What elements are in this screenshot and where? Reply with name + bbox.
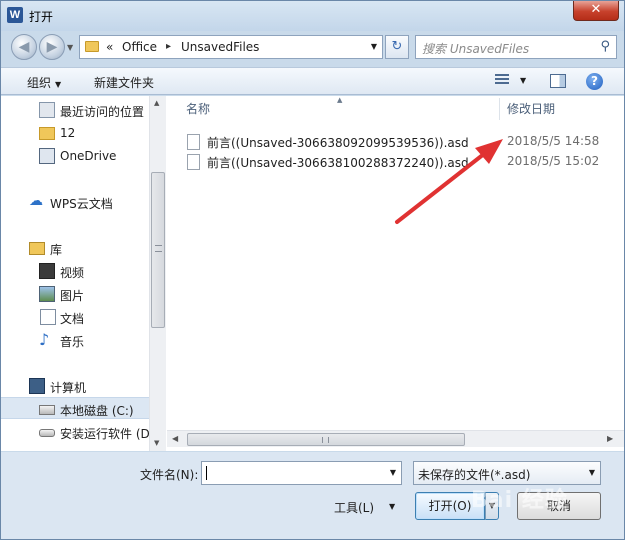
search-icon[interactable]: ⚲ bbox=[600, 39, 610, 54]
scroll-up-icon[interactable]: ▲ bbox=[154, 99, 159, 107]
title-bar: W 打开 ✕ bbox=[1, 1, 624, 31]
window-title: 打开 bbox=[29, 10, 54, 24]
computer-icon bbox=[29, 378, 45, 394]
drive-icon bbox=[39, 429, 55, 437]
video-icon bbox=[39, 263, 55, 279]
sidebar-scroll-thumb[interactable] bbox=[151, 172, 165, 328]
onedrive-icon bbox=[39, 148, 55, 164]
sidebar-item-label: 12 bbox=[60, 126, 76, 140]
sidebar-item-drive-d[interactable]: 安装运行软件 (D bbox=[1, 421, 149, 443]
chevron-down-icon: ▼ bbox=[55, 80, 62, 89]
new-folder-button[interactable]: 新建文件夹 bbox=[94, 74, 154, 91]
breadcrumb-office[interactable]: Office bbox=[122, 40, 157, 54]
sidebar-item-label: 图片 bbox=[60, 289, 85, 303]
preview-pane-icon[interactable] bbox=[550, 74, 566, 88]
back-arrow-icon: ◀ bbox=[18, 39, 30, 55]
annotation-arrow-shaft bbox=[395, 148, 491, 224]
refresh-button[interactable]: ↻ bbox=[385, 35, 409, 59]
file-type-select[interactable]: 未保存的文件(*.asd) ▼ bbox=[413, 461, 601, 485]
navigation-pane: 最近访问的位置 12 OneDrive ☁ WPS云文档 库 视频 图片 文档 … bbox=[1, 96, 149, 451]
sidebar-item-label: 视频 bbox=[60, 266, 85, 280]
breadcrumb-overflow[interactable]: « bbox=[106, 40, 113, 54]
grip-icon bbox=[155, 245, 162, 252]
grip-icon bbox=[322, 437, 329, 443]
sidebar-item-label: WPS云文档 bbox=[50, 197, 113, 211]
organize-button[interactable]: 组织 ▼ bbox=[27, 74, 61, 91]
sidebar-item-onedrive[interactable]: OneDrive bbox=[1, 145, 149, 167]
sidebar-item-music[interactable]: ♪ 音乐 bbox=[1, 329, 149, 351]
recent-pages-dropdown[interactable]: ▼ bbox=[67, 43, 73, 52]
address-dropdown-icon[interactable]: ▼ bbox=[371, 42, 377, 51]
filename-label: 文件名(N): bbox=[140, 468, 199, 482]
file-type-value: 未保存的文件(*.asd) bbox=[418, 468, 531, 482]
sidebar-item-label: 库 bbox=[50, 243, 63, 257]
sidebar-item-label: 本地磁盘 (C:) bbox=[60, 404, 134, 418]
refresh-icon: ↻ bbox=[391, 39, 403, 54]
folder-icon bbox=[39, 127, 55, 140]
breadcrumb-unsavedfiles[interactable]: UnsavedFiles bbox=[181, 40, 259, 54]
sidebar-item-recent-places[interactable]: 最近访问的位置 bbox=[1, 99, 149, 121]
sidebar-item-label: 音乐 bbox=[60, 335, 85, 349]
sidebar-item-computer[interactable]: 计算机 bbox=[1, 375, 149, 397]
sidebar-scrollbar[interactable]: ▲ ▼ bbox=[149, 96, 166, 451]
sidebar-item-label: OneDrive bbox=[60, 149, 117, 163]
annotation-arrow-head bbox=[475, 139, 503, 164]
sidebar-item-libraries[interactable]: 库 bbox=[1, 237, 149, 259]
filename-input[interactable]: ▼ bbox=[201, 461, 402, 485]
library-icon bbox=[29, 242, 45, 255]
tools-dropdown-icon[interactable]: ▼ bbox=[389, 502, 395, 511]
drive-icon bbox=[39, 405, 55, 415]
document-icon bbox=[40, 309, 56, 325]
sidebar-item-12[interactable]: 12 bbox=[1, 122, 149, 144]
horizontal-scroll-thumb[interactable] bbox=[187, 433, 465, 446]
sidebar-item-local-disk-c[interactable]: 本地磁盘 (C:) bbox=[1, 397, 149, 419]
tools-button[interactable]: 工具(L) bbox=[334, 499, 374, 516]
filename-dropdown-icon[interactable]: ▼ bbox=[390, 468, 396, 477]
file-list-pane: ▲ 名称 修改日期 前言((Unsaved-306638092099539536… bbox=[167, 96, 624, 451]
sidebar-item-pictures[interactable]: 图片 bbox=[1, 283, 149, 305]
annotation-arrow bbox=[395, 139, 503, 224]
command-toolbar: 组织 ▼ 新建文件夹 ▼ ? bbox=[1, 67, 624, 95]
text-caret bbox=[206, 466, 207, 480]
scroll-down-icon[interactable]: ▼ bbox=[154, 439, 159, 447]
dialog-footer: 文件名(N): ▼ 未保存的文件(*.asd) ▼ 工具(L) ▼ 打开(O) … bbox=[1, 452, 624, 539]
cloud-icon: ☁ bbox=[29, 193, 43, 209]
scroll-left-icon[interactable]: ◀ bbox=[172, 434, 178, 443]
picture-icon bbox=[39, 286, 55, 302]
folder-icon bbox=[85, 41, 99, 52]
view-options-icon[interactable] bbox=[495, 74, 509, 88]
close-button[interactable]: ✕ bbox=[573, 1, 619, 21]
forward-arrow-icon: ▶ bbox=[46, 39, 58, 55]
search-placeholder: 搜索 UnsavedFiles bbox=[422, 42, 530, 56]
sidebar-item-label: 计算机 bbox=[50, 381, 87, 395]
open-options-dropdown[interactable]: ▼ bbox=[485, 492, 499, 520]
sidebar-item-label: 最近访问的位置 bbox=[60, 105, 145, 119]
breadcrumb-separator-icon[interactable]: ▸ bbox=[166, 41, 171, 52]
music-icon: ♪ bbox=[39, 330, 50, 349]
search-input[interactable]: 搜索 UnsavedFiles ⚲ bbox=[415, 35, 617, 59]
word-app-icon: W bbox=[7, 7, 23, 23]
chevron-down-icon: ▼ bbox=[588, 468, 595, 477]
scroll-right-icon[interactable]: ▶ bbox=[607, 434, 613, 443]
sidebar-item-label: 安装运行软件 (D bbox=[60, 427, 149, 441]
address-bar[interactable]: « Office ▸ UnsavedFiles ▼ bbox=[79, 35, 383, 59]
open-button[interactable]: 打开(O) bbox=[415, 492, 485, 520]
organize-label: 组织 bbox=[27, 76, 52, 90]
cancel-button[interactable]: 取消 bbox=[517, 492, 601, 520]
sidebar-item-label: 文档 bbox=[60, 312, 85, 326]
content-area: 最近访问的位置 12 OneDrive ☁ WPS云文档 库 视频 图片 文档 … bbox=[1, 96, 624, 451]
sidebar-item-wps-cloud[interactable]: ☁ WPS云文档 bbox=[1, 191, 149, 213]
navigation-bar: ◀ ▶ ▼ « Office ▸ UnsavedFiles ▼ ↻ 搜索 Uns… bbox=[1, 31, 624, 63]
open-file-dialog: W 打开 ✕ ◀ ▶ ▼ « Office ▸ UnsavedFiles ▼ ↻… bbox=[0, 0, 625, 540]
help-icon[interactable]: ? bbox=[586, 73, 603, 90]
chevron-down-icon: ▼ bbox=[488, 501, 496, 510]
sidebar-item-videos[interactable]: 视频 bbox=[1, 260, 149, 282]
file-list-horizontal-scrollbar[interactable]: ◀ ▶ bbox=[167, 430, 624, 447]
forward-button[interactable]: ▶ bbox=[39, 34, 65, 60]
back-button[interactable]: ◀ bbox=[11, 34, 37, 60]
sidebar-item-documents[interactable]: 文档 bbox=[1, 306, 149, 328]
view-dropdown-icon[interactable]: ▼ bbox=[520, 76, 526, 85]
recent-places-icon bbox=[39, 102, 55, 118]
